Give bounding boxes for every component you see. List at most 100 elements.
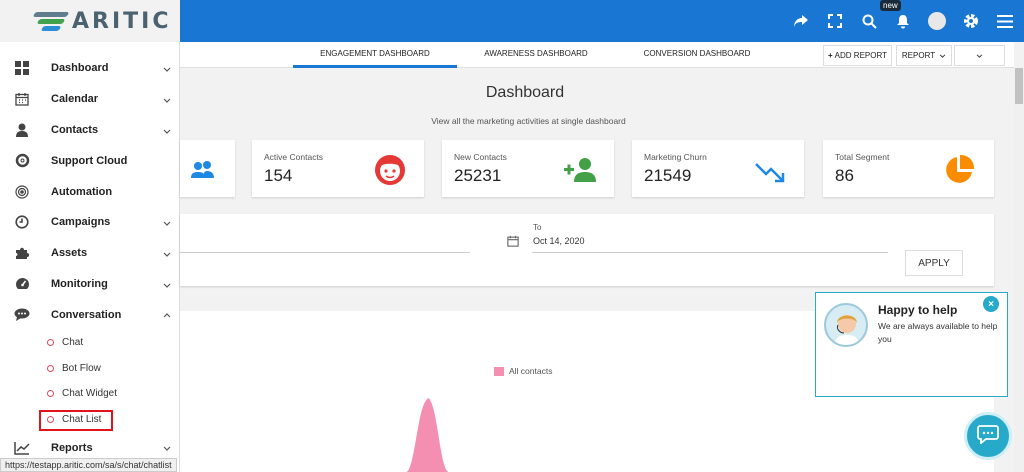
lifebuoy-icon (14, 153, 30, 169)
from-date-field[interactable] (180, 252, 470, 253)
chevron-down-icon (976, 51, 983, 60)
calendar-icon (14, 91, 30, 107)
chart-series-area (406, 398, 449, 472)
sidebar: Dashboard Calendar Contacts Support Clou… (0, 42, 180, 472)
help-popup: Happy to help We are always available to… (815, 292, 1008, 397)
chevron-down-icon (163, 125, 171, 137)
sub-item-chat-list[interactable]: Chat List (0, 407, 179, 433)
share-icon[interactable] (792, 12, 810, 30)
circle-icon (47, 364, 54, 372)
chart-line-icon (14, 440, 30, 456)
sidebar-item-support-cloud[interactable]: Support Cloud (0, 145, 179, 176)
tab-awareness-dashboard[interactable]: AWARENESS DASHBOARD (465, 42, 607, 68)
sidebar-item-label: Dashboard (51, 62, 109, 75)
scrollbar[interactable] (1014, 68, 1024, 472)
legend-swatch (494, 366, 504, 376)
clock-icon (14, 214, 30, 230)
chat-icon (14, 307, 30, 323)
chat-bubble-icon (977, 424, 999, 449)
sidebar-item-label: Campaigns (51, 216, 111, 229)
to-date-underline (532, 252, 888, 253)
aritic-logo-icon (32, 10, 70, 32)
puzzle-icon (14, 245, 30, 261)
sidebar-item-label: Conversation (51, 308, 122, 321)
chevron-down-icon (163, 442, 171, 454)
chat-launcher-button[interactable] (964, 412, 1012, 460)
trend-down-icon (754, 154, 786, 186)
stat-card-total-segment: Total Segment 86 (823, 140, 994, 197)
sidebar-item-campaigns[interactable]: Campaigns (0, 207, 179, 238)
new-badge: new (880, 0, 901, 11)
sidebar-item-label: Assets (51, 247, 88, 260)
sidebar-item-label: Contacts (51, 123, 99, 136)
help-text: We are always available to help you (878, 321, 998, 344)
dashboard-tabs: ENGAGEMENT DASHBOARD AWARENESS DASHBOARD… (180, 42, 1014, 68)
report-dropdown[interactable]: REPORT (896, 45, 952, 66)
legend-label: All contacts (509, 366, 553, 376)
scrollbar-thumb[interactable] (1015, 68, 1023, 104)
add-report-label: ADD REPORT (834, 51, 887, 60)
sidebar-item-label: Monitoring (51, 277, 108, 290)
card-label: New Contacts (454, 152, 507, 162)
person-icon (14, 122, 30, 138)
report-label: REPORT (901, 51, 936, 60)
page-title: Dashboard (485, 84, 565, 101)
card-value: 21549 (644, 166, 692, 185)
gear-icon[interactable] (962, 12, 980, 30)
date-filter-panel: To Oct 14, 2020 APPLY (180, 214, 994, 286)
status-url: https://testapp.aritic.com/sa/s/chat/cha… (0, 458, 177, 472)
gauge-icon (14, 276, 30, 292)
logo[interactable]: ARITIC (0, 0, 180, 42)
sidebar-item-label: Support Cloud (51, 154, 128, 167)
menu-icon[interactable] (996, 12, 1014, 30)
search-icon[interactable] (860, 12, 878, 30)
sidebar-item-dashboard[interactable]: Dashboard (0, 53, 179, 84)
circle-icon (47, 390, 54, 398)
card-label: Active Contacts (264, 152, 324, 162)
sidebar-item-label: Automation (51, 185, 113, 198)
card-label: Total Segment (835, 152, 890, 162)
sub-item-label: Bot Flow (62, 362, 101, 374)
main-content: Dashboard View all the marketing activit… (180, 68, 1014, 472)
to-date-value[interactable]: Oct 14, 2020 (533, 236, 585, 246)
to-label: To (533, 223, 542, 232)
sidebar-item-monitoring[interactable]: Monitoring (0, 269, 179, 300)
face-icon (374, 154, 406, 186)
sidebar-item-label: Reports (51, 441, 93, 454)
sidebar-item-calendar[interactable]: Calendar (0, 84, 179, 115)
options-dropdown[interactable] (954, 45, 1005, 66)
card-value: 154 (264, 166, 293, 185)
sub-item-chat[interactable]: Chat (0, 330, 179, 356)
sidebar-item-assets[interactable]: Assets (0, 238, 179, 269)
circle-icon (47, 339, 54, 347)
pie-icon (943, 154, 975, 186)
stat-card-marketing-churn: Marketing Churn 21549 (632, 140, 804, 197)
top-bar: ARITIC new (0, 0, 1024, 42)
page-subtitle: View all the marketing activities at sin… (431, 116, 626, 126)
sub-item-chat-widget[interactable]: Chat Widget (0, 381, 179, 407)
add-report-button[interactable]: + ADD REPORT (823, 45, 892, 66)
user-avatar[interactable] (928, 12, 946, 30)
chevron-down-icon (163, 63, 171, 75)
support-agent-avatar (824, 303, 868, 347)
fullscreen-icon[interactable] (826, 12, 844, 30)
sub-item-bot-flow[interactable]: Bot Flow (0, 356, 179, 382)
sidebar-item-automation[interactable]: Automation (0, 176, 179, 207)
sidebar-item-contacts[interactable]: Contacts (0, 115, 179, 146)
chevron-up-icon (163, 309, 171, 321)
sidebar-item-conversation[interactable]: Conversation (0, 299, 179, 330)
chevron-down-icon (163, 217, 171, 229)
sidebar-item-label: Calendar (51, 93, 99, 106)
tab-engagement-dashboard[interactable]: ENGAGEMENT DASHBOARD (293, 42, 457, 68)
sub-item-label: Chat (62, 337, 84, 349)
chart-legend: All contacts (494, 366, 552, 376)
add-user-icon (562, 154, 596, 186)
apply-button[interactable]: APPLY (905, 250, 963, 276)
close-icon[interactable]: × (983, 296, 999, 312)
bell-icon[interactable]: new (880, 0, 912, 30)
tab-conversion-dashboard[interactable]: CONVERSION DASHBOARD (620, 42, 774, 68)
plus-icon: + (828, 51, 833, 60)
calendar-icon (507, 234, 519, 252)
stat-card-new-contacts: New Contacts 25231 (442, 140, 614, 197)
users-icon (186, 154, 218, 186)
